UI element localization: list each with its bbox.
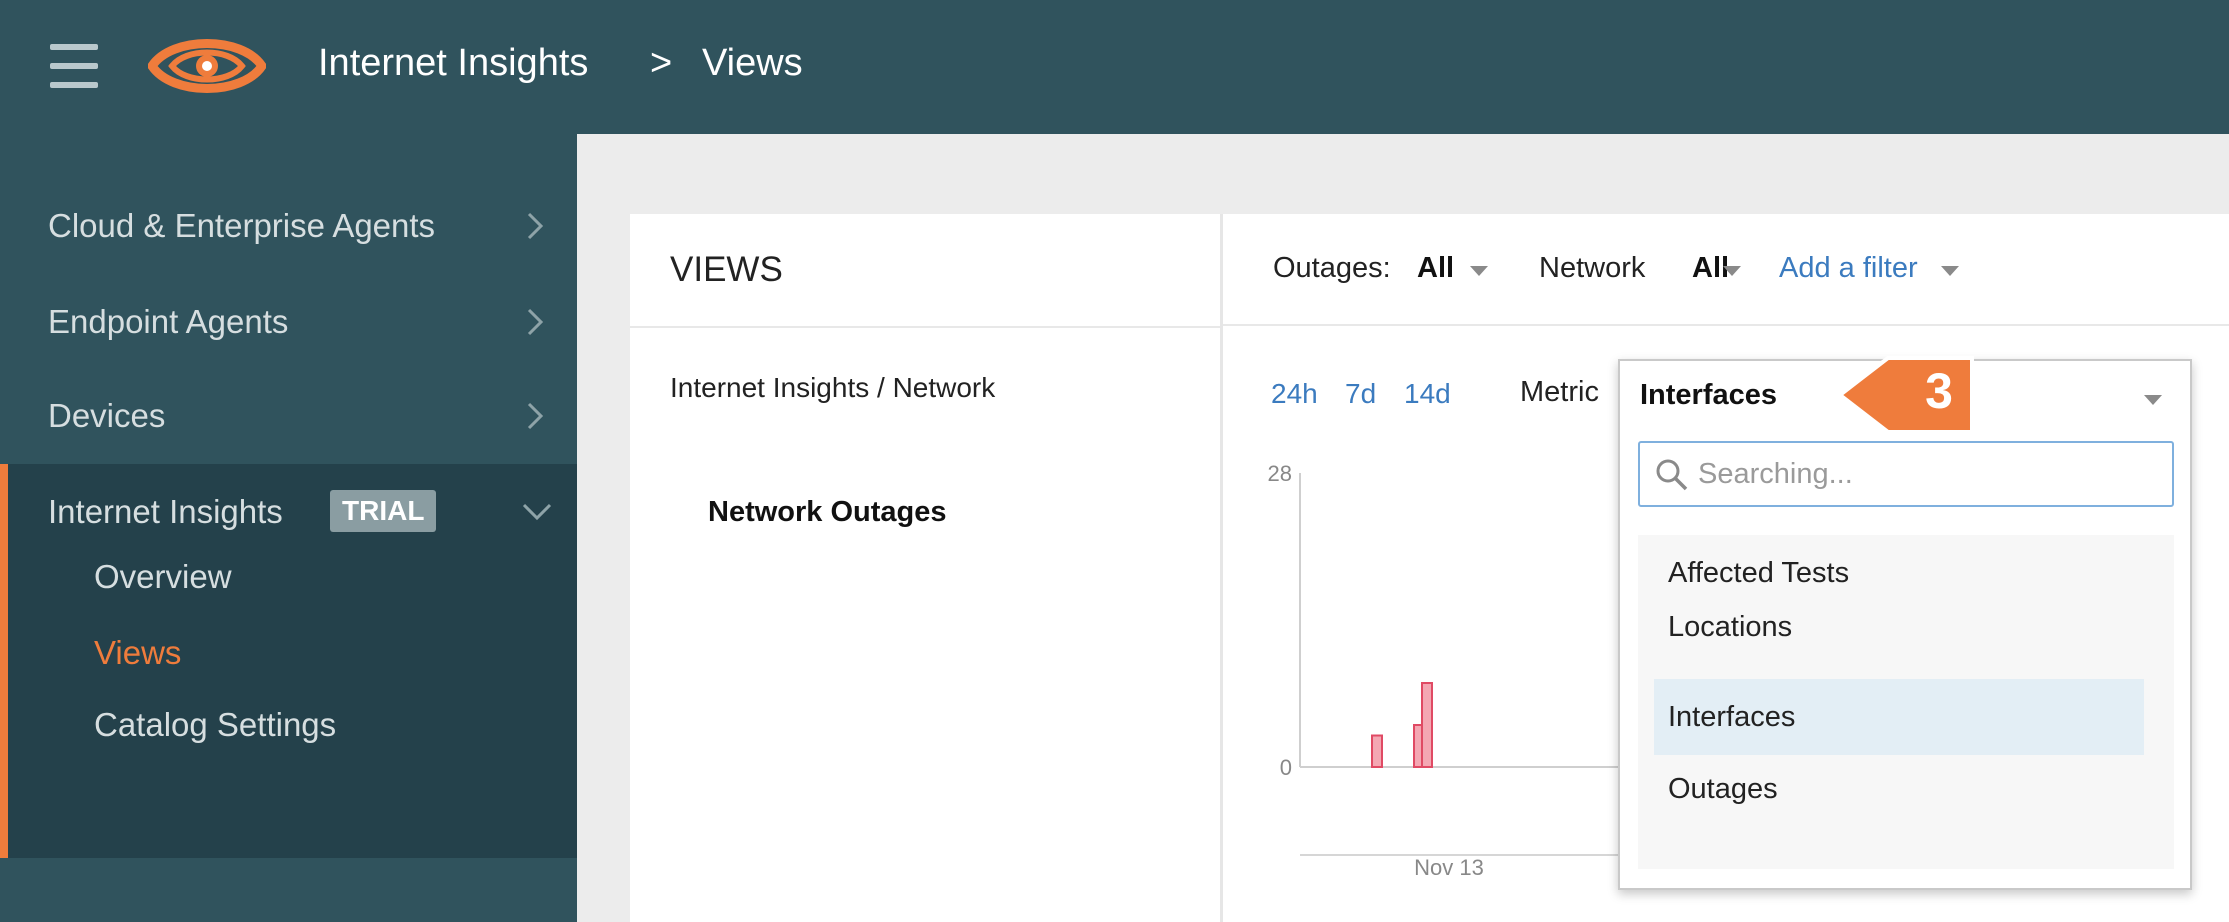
outages-filter-value[interactable]: All	[1417, 252, 1454, 285]
trial-badge: TRIAL	[330, 490, 437, 532]
views-panel: VIEWS Internet Insights / Network Networ…	[630, 214, 1220, 922]
sidebar-subitem-catalog-settings[interactable]: Catalog Settings	[94, 706, 336, 744]
chevron-right-icon	[527, 402, 544, 430]
top-bar: Internet Insights > Views	[0, 0, 2229, 134]
chevron-down-icon	[522, 503, 552, 521]
filter-bar: Outages: All Network All Add a filter	[1223, 214, 2229, 326]
caret-down-icon[interactable]	[1470, 266, 1488, 276]
metric-search-input[interactable]	[1698, 453, 2158, 495]
sidebar-item-cloud-enterprise-agents[interactable]: Cloud & Enterprise Agents	[0, 178, 577, 274]
metric-option-interfaces[interactable]: Interfaces	[1654, 679, 2144, 755]
outages-filter-label: Outages:	[1273, 252, 1391, 284]
sidebar-item-endpoint-agents[interactable]: Endpoint Agents	[0, 274, 577, 370]
views-title: VIEWS	[670, 250, 783, 289]
divider	[630, 326, 1220, 328]
chevron-right-icon	[527, 212, 544, 240]
y-tick-label: 0	[1280, 755, 1292, 780]
sidebar: Cloud & Enterprise Agents Endpoint Agent…	[0, 134, 577, 922]
network-outages-link[interactable]: Network Outages	[708, 496, 947, 529]
hamburger-menu-icon[interactable]	[50, 44, 98, 88]
chevron-right-icon	[527, 308, 544, 336]
search-icon	[1656, 459, 1688, 491]
breadcrumb-root[interactable]: Internet Insights	[318, 42, 588, 85]
sidebar-item-internet-insights[interactable]: Internet Insights TRIAL	[8, 464, 577, 560]
metric-selected-value[interactable]: Interfaces	[1640, 379, 1777, 412]
sidebar-item-label: Endpoint Agents	[48, 303, 289, 340]
eye-logo-icon	[148, 39, 266, 93]
x-tick-label: Nov 13	[1414, 855, 1484, 880]
sidebar-item-label: Devices	[48, 397, 166, 434]
sidebar-item-devices[interactable]: Devices	[0, 368, 577, 464]
metric-options-list: Affected Tests Locations Interfaces Outa…	[1638, 535, 2174, 869]
chart-bar	[1413, 724, 1423, 768]
sidebar-item-label: Internet Insights	[48, 493, 283, 530]
chart-bar	[1371, 734, 1383, 768]
sidebar-subitem-views[interactable]: Views	[94, 634, 181, 672]
network-filter-label: Network	[1539, 252, 1646, 284]
add-filter-link[interactable]: Add a filter	[1779, 252, 1918, 285]
metric-option-locations[interactable]: Locations	[1654, 589, 2144, 665]
metric-label: Metric	[1520, 376, 1599, 408]
step-callout-number: 3	[1925, 363, 1953, 419]
range-7d-link[interactable]: 7d	[1345, 378, 1376, 410]
caret-down-icon[interactable]	[1941, 266, 1959, 276]
sidebar-section-internet-insights: Internet Insights TRIAL Overview Views C…	[0, 464, 577, 858]
metric-option-outages[interactable]: Outages	[1654, 751, 2144, 827]
views-breadcrumb: Internet Insights / Network	[670, 372, 996, 403]
sidebar-subitem-overview[interactable]: Overview	[94, 558, 232, 596]
outages-chart: 28 0 Nov 13	[1268, 461, 1670, 880]
caret-down-icon[interactable]	[1723, 266, 1741, 276]
range-24h-link[interactable]: 24h	[1271, 378, 1318, 410]
metric-search-field[interactable]	[1638, 441, 2174, 507]
chart-bar	[1421, 682, 1433, 768]
caret-down-icon[interactable]	[2144, 395, 2162, 405]
breadcrumb-current: Views	[702, 42, 803, 84]
sidebar-item-label: Cloud & Enterprise Agents	[48, 207, 436, 244]
breadcrumb-separator: >	[650, 42, 673, 84]
y-tick-label: 28	[1268, 461, 1292, 486]
range-14d-link[interactable]: 14d	[1404, 378, 1451, 410]
